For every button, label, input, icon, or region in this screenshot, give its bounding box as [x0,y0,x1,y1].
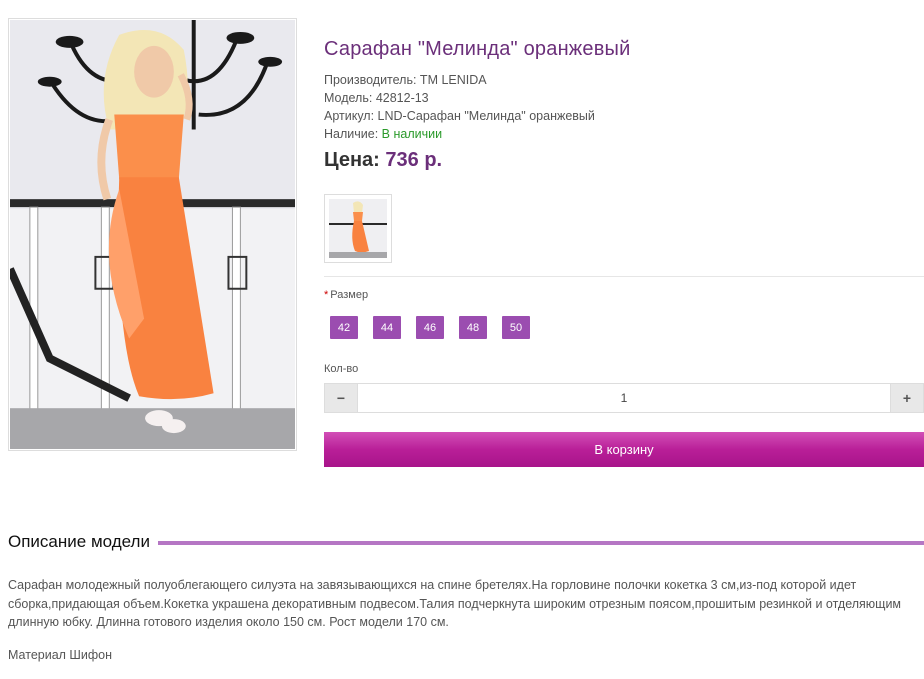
price-value: 736 р. [385,149,443,171]
product-title: Сарафан "Мелинда" оранжевый [324,38,631,60]
model-number: Модель: 42812-13 [324,91,429,105]
size-option-42[interactable]: 42 [330,316,358,339]
size-option-46[interactable]: 46 [416,316,444,339]
thumbnail-photo [329,199,387,258]
size-label-text: Размер [330,289,369,301]
size-option-44[interactable]: 44 [373,316,401,339]
product-thumbnail[interactable] [324,194,392,263]
availability-status: В наличии [381,127,443,141]
size-label: * Размер [324,289,368,301]
sku: Артикул: LND-Сарафан "Мелинда" оранжевый [324,109,595,123]
quantity-label: Кол-во [324,363,359,375]
quantity-decrease-button[interactable]: − [325,384,357,412]
size-options: 42 44 46 48 50 [330,316,530,339]
material-text: Материал Шифон [8,648,112,662]
description-heading: Описание модели [8,532,150,551]
product-meta: Производитель: ТМ LENIDA Модель: 42812-1… [324,71,924,143]
description-text: Сарафан молодежный полуоблегающего силуэ… [8,578,902,629]
heading-divider [157,541,924,545]
product-main-image[interactable] [8,18,297,451]
add-to-cart-button[interactable]: В корзину [324,432,924,467]
quantity-increase-button[interactable]: + [891,384,923,412]
manufacturer: Производитель: ТМ LENIDA [324,73,487,87]
quantity-stepper: − 1 + [324,383,924,413]
price-label: Цена: [324,149,386,171]
product-info: Сарафан "Мелинда" оранжевый Производител… [324,38,924,172]
price: Цена: 736 р. [324,149,924,172]
required-mark: * [324,289,329,301]
description-header: Описание модели [8,532,924,552]
availability-label: Наличие: [324,127,382,141]
size-option-48[interactable]: 48 [459,316,487,339]
availability: Наличие: В наличии [324,125,924,143]
divider [324,276,924,277]
product-photo [10,20,295,449]
quantity-input[interactable]: 1 [357,384,891,412]
size-option-50[interactable]: 50 [502,316,530,339]
